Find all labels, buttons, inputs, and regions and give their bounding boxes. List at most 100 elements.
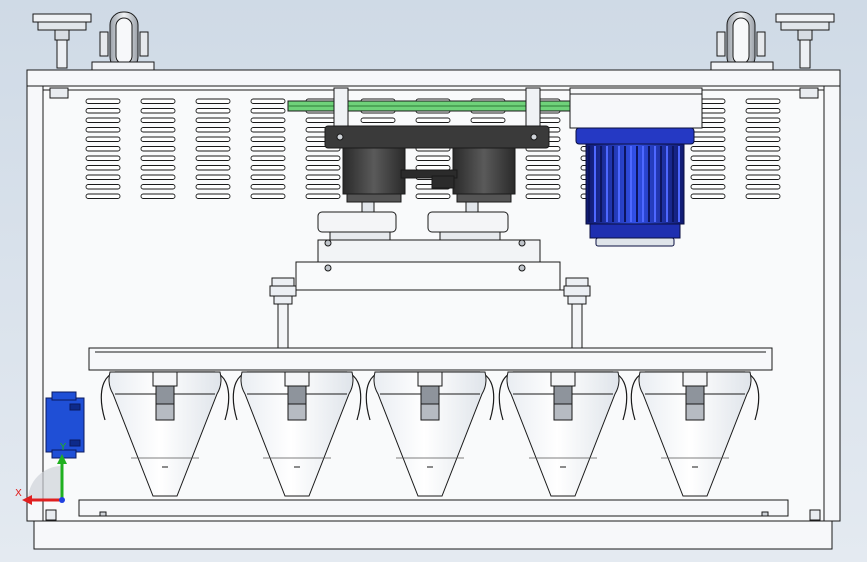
vent-slot bbox=[415, 155, 451, 161]
electric-motor bbox=[575, 127, 695, 247]
y-axis-label: Y bbox=[59, 442, 67, 453]
vent-slot bbox=[745, 174, 781, 180]
vent-slot bbox=[415, 165, 451, 171]
vent-slot bbox=[195, 136, 231, 142]
vent-slot bbox=[85, 117, 121, 123]
vent-slot bbox=[305, 174, 341, 180]
vent-slot bbox=[690, 136, 726, 142]
vent-slot bbox=[85, 165, 121, 171]
hopper-gate-face bbox=[287, 403, 307, 421]
vent-slot bbox=[140, 117, 176, 123]
vent-slot bbox=[85, 127, 121, 133]
vent-slot bbox=[250, 155, 286, 161]
hopper-gate-face bbox=[420, 403, 440, 421]
vent-slot bbox=[305, 193, 341, 199]
vent-slot bbox=[85, 174, 121, 180]
gearbox-left bbox=[342, 147, 406, 203]
gearbox-mount-plate bbox=[324, 125, 550, 149]
vent-slot bbox=[195, 108, 231, 114]
vent-slot bbox=[745, 193, 781, 199]
vent-slot bbox=[195, 193, 231, 199]
vent-slot bbox=[85, 184, 121, 190]
hopper-gate-face bbox=[553, 403, 573, 421]
hopper-gate-frame bbox=[284, 371, 310, 387]
vent-slot bbox=[250, 165, 286, 171]
vent-slot bbox=[195, 184, 231, 190]
vent-slot bbox=[195, 174, 231, 180]
hopper-gate-frame bbox=[682, 371, 708, 387]
vent-slot bbox=[745, 117, 781, 123]
vent-slot bbox=[690, 193, 726, 199]
vent-slot bbox=[140, 98, 176, 104]
machine-drawing: X Y bbox=[0, 0, 867, 562]
vent-slot bbox=[690, 146, 726, 152]
vent-slot bbox=[525, 184, 561, 190]
vent-slot bbox=[415, 193, 451, 199]
vent-slot bbox=[195, 127, 231, 133]
vent-slot bbox=[525, 155, 561, 161]
vent-slot bbox=[195, 155, 231, 161]
vent-slot bbox=[250, 127, 286, 133]
z-axis-dot-icon bbox=[59, 497, 65, 503]
vent-slot bbox=[745, 108, 781, 114]
vent-slot bbox=[525, 174, 561, 180]
vent-slot bbox=[85, 136, 121, 142]
vent-slot bbox=[305, 184, 341, 190]
vent-slot bbox=[140, 165, 176, 171]
vent-slot bbox=[250, 146, 286, 152]
vent-slot bbox=[305, 165, 341, 171]
vent-slot bbox=[415, 117, 451, 123]
vent-slot bbox=[305, 155, 341, 161]
gearbox-right bbox=[452, 147, 516, 203]
vent-slot bbox=[195, 146, 231, 152]
vent-slot bbox=[140, 174, 176, 180]
vent-slot bbox=[140, 155, 176, 161]
vent-slot bbox=[250, 117, 286, 123]
vent-slot bbox=[250, 108, 286, 114]
vent-slot bbox=[745, 98, 781, 104]
vent-slot bbox=[85, 108, 121, 114]
vent-slot bbox=[745, 184, 781, 190]
vent-slot bbox=[525, 165, 561, 171]
hopper-gate-face bbox=[155, 403, 175, 421]
hopper-gate-face bbox=[685, 403, 705, 421]
vent-slot bbox=[250, 174, 286, 180]
vent-slot bbox=[140, 146, 176, 152]
vent-slot bbox=[690, 165, 726, 171]
hopper-gate-frame bbox=[550, 371, 576, 387]
vent-slot bbox=[85, 98, 121, 104]
vent-slot bbox=[745, 127, 781, 133]
vent-slot bbox=[140, 127, 176, 133]
hopper-gate-frame bbox=[417, 371, 443, 387]
bottom-tray bbox=[78, 499, 789, 517]
vent-slot bbox=[140, 108, 176, 114]
vent-slot bbox=[140, 136, 176, 142]
motor-mount-box bbox=[569, 87, 703, 129]
cad-viewport[interactable]: X Y bbox=[0, 0, 867, 562]
vent-slot bbox=[250, 98, 286, 104]
hopper-mount-plate bbox=[88, 347, 773, 371]
vent-slot bbox=[195, 117, 231, 123]
vent-slot bbox=[195, 98, 231, 104]
vent-slot bbox=[690, 184, 726, 190]
vent-slot bbox=[85, 193, 121, 199]
vent-slot bbox=[250, 193, 286, 199]
vent-slot bbox=[85, 155, 121, 161]
vent-slot bbox=[85, 146, 121, 152]
vent-slot bbox=[360, 117, 396, 123]
vent-slot bbox=[525, 193, 561, 199]
vent-slot bbox=[140, 193, 176, 199]
x-axis-label: X bbox=[15, 488, 22, 499]
vent-slot bbox=[690, 155, 726, 161]
vent-slot bbox=[195, 165, 231, 171]
vent-slot bbox=[250, 136, 286, 142]
vent-slot bbox=[140, 184, 176, 190]
vent-slot bbox=[690, 174, 726, 180]
vent-slot bbox=[250, 184, 286, 190]
vent-slot bbox=[745, 146, 781, 152]
vent-slot bbox=[745, 165, 781, 171]
vent-slot bbox=[745, 136, 781, 142]
vent-slot bbox=[470, 117, 506, 123]
vent-slot bbox=[745, 155, 781, 161]
hopper-gate-frame bbox=[152, 371, 178, 387]
